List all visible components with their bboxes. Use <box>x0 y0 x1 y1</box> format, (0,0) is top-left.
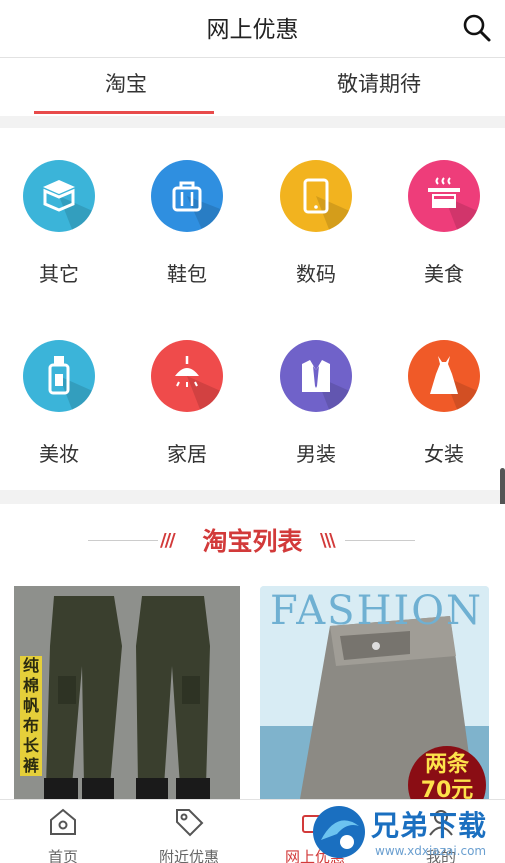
divider <box>345 540 415 541</box>
nav-nearby[interactable]: 附近优惠 <box>126 800 252 863</box>
suit-icon <box>280 340 352 412</box>
dress-icon <box>408 340 480 412</box>
product-card[interactable]: FASHION 两条 70元 <box>260 586 489 799</box>
lamp-icon <box>151 340 223 412</box>
category-home[interactable]: 家居 <box>137 340 237 490</box>
tab-coming-soon[interactable]: 敬请期待 <box>253 58 505 116</box>
product-image-pants <box>14 586 240 799</box>
watermark-text: 兄弟下载 <box>371 809 488 842</box>
category-grid: 其它 鞋包 数码 美食 美妆 家居 男装 女装 <box>0 128 505 616</box>
category-digital[interactable]: 数码 <box>266 160 366 310</box>
tab-bar: 淘宝 敬请期待 <box>0 58 505 116</box>
badge-line: 两条 <box>424 752 469 777</box>
search-icon[interactable] <box>461 12 493 44</box>
watermark-logo: 兄弟下载 www.xdxiazai.com <box>305 800 505 863</box>
watermark-url: www.xdxiazai.com <box>375 844 487 858</box>
active-tab-indicator <box>34 111 214 114</box>
app-header: 网上优惠 <box>0 0 505 58</box>
tab-label: 敬请期待 <box>337 72 421 96</box>
box-icon <box>23 160 95 232</box>
nav-label: 附近优惠 <box>158 848 219 863</box>
category-label: 女装 <box>424 442 464 466</box>
price-badge: 两条 70元 <box>408 746 486 799</box>
badge-line: 70元 <box>420 778 474 799</box>
category-label: 其它 <box>39 262 79 286</box>
tab-taobao[interactable]: 淘宝 <box>0 58 252 116</box>
category-cosmetics[interactable]: 美妆 <box>9 340 109 490</box>
category-menswear[interactable]: 男装 <box>266 340 366 490</box>
tab-label: 淘宝 <box>105 72 147 96</box>
cosmetic-bottle-icon <box>23 340 95 412</box>
category-label: 美妆 <box>39 442 79 466</box>
tablet-icon <box>280 160 352 232</box>
product-card[interactable]: 纯棉帆布长裤 <box>14 586 240 799</box>
category-label: 美食 <box>424 262 464 286</box>
category-other[interactable]: 其它 <box>9 160 109 310</box>
category-label: 鞋包 <box>167 262 207 286</box>
watermark-emblem-icon <box>313 806 365 858</box>
tag-icon <box>176 809 204 837</box>
home-icon <box>50 808 76 835</box>
category-label: 男装 <box>296 442 336 466</box>
product-banner-text: FASHION <box>270 588 484 634</box>
section-title-bar: /// 淘宝列表 \\\ <box>0 520 505 560</box>
product-vertical-text: 纯棉帆布长裤 <box>20 656 42 776</box>
category-label: 数码 <box>296 262 336 286</box>
decorative-slashes: \\\ <box>320 530 336 551</box>
nav-home[interactable]: 首页 <box>0 800 126 863</box>
nav-label: 首页 <box>47 848 78 863</box>
category-shoes-bags[interactable]: 鞋包 <box>137 160 237 310</box>
category-food[interactable]: 美食 <box>394 160 494 310</box>
section-title: 淘宝列表 <box>202 527 303 556</box>
page-title: 网上优惠 <box>206 17 299 43</box>
category-label: 家居 <box>167 442 207 466</box>
category-womenswear[interactable]: 女装 <box>394 340 494 490</box>
taobao-list-section: /// 淘宝列表 \\\ 纯棉帆布长裤 FASHION 两条 70元 <box>0 504 505 799</box>
pot-icon <box>408 160 480 232</box>
bag-icon <box>151 160 223 232</box>
